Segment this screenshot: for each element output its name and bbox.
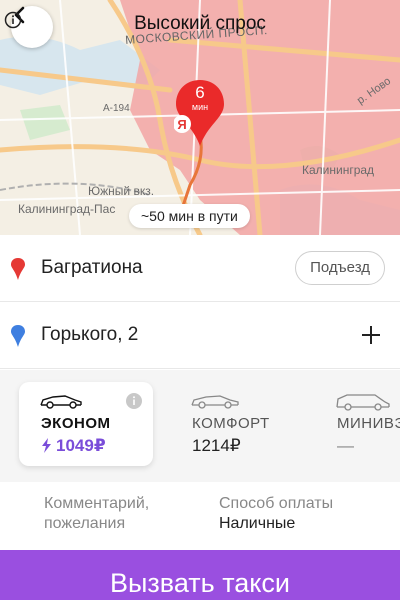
route-to[interactable]: Горького, 2 [0,302,400,369]
from-marker-icon [11,258,25,280]
to-marker-icon [11,325,25,347]
info-icon[interactable] [4,11,22,29]
car-icon [191,395,239,409]
pin-minutes: 6 [195,83,205,102]
map-label-station-pass: Калининград-Пас [18,202,116,216]
pin-unit: мин [191,102,209,112]
tariff-price: 1214₽ [192,436,241,455]
payment-label: Способ оплаты [219,495,334,512]
order-taxi-button[interactable]: Вызвать такси [0,550,400,600]
pickup-pin[interactable]: Я 6 мин [174,78,226,148]
map-label-city: Калининград [302,163,375,177]
tariff-minivan[interactable]: МИНИВЭ — [315,382,400,466]
comment-label-line2: пожелания [44,515,126,532]
tariff-name: ЭКОНОМ [41,415,111,432]
yandex-logo: Я [177,117,186,132]
to-address: Горького, 2 [41,324,139,345]
header: Высокий спрос [0,11,400,35]
payment-value: Наличные [219,515,296,532]
tariff-comfort[interactable]: КОМФОРТ 1214₽ [170,382,290,466]
entrance-button[interactable]: Подъезд [295,251,385,285]
page-title: Высокий спрос [134,13,266,34]
lightning-icon [42,438,51,453]
comment-label-line1: Комментарий, [44,495,150,512]
map-label-road: А-194 [103,103,130,114]
tariff-selector: ЭКОНОМ 1049₽ КОМФОРТ 1214₽ МИНИВЭ — [0,370,400,482]
route-from[interactable]: Багратиона Подъезд [0,235,400,302]
travel-time-badge: ~50 мин в пути [129,204,250,228]
tariff-price: 1049₽ [41,436,106,456]
add-stop-icon[interactable] [360,324,382,346]
minivan-icon [336,394,390,411]
from-address: Багратиона [41,257,143,278]
map[interactable]: МОСКОВСКИЙ ПРОСП. А-194 Южный вкз. Калин… [0,0,400,235]
tariff-name: КОМФОРТ [192,415,270,432]
route-panel: Багратиона Подъезд Горького, 2 [0,235,400,369]
tariff-econom[interactable]: ЭКОНОМ 1049₽ [19,382,153,466]
tariff-price-value: 1049₽ [56,436,106,455]
tariff-name: МИНИВЭ [337,415,400,432]
map-label-station: Южный вкз. [88,184,155,198]
payment-option[interactable]: Способ оплаты Наличные [219,494,333,534]
comment-option[interactable]: Комментарий, пожелания [44,494,149,534]
car-icon [40,395,82,409]
tariff-price: — [337,436,354,455]
tariff-info-icon[interactable] [125,392,143,410]
